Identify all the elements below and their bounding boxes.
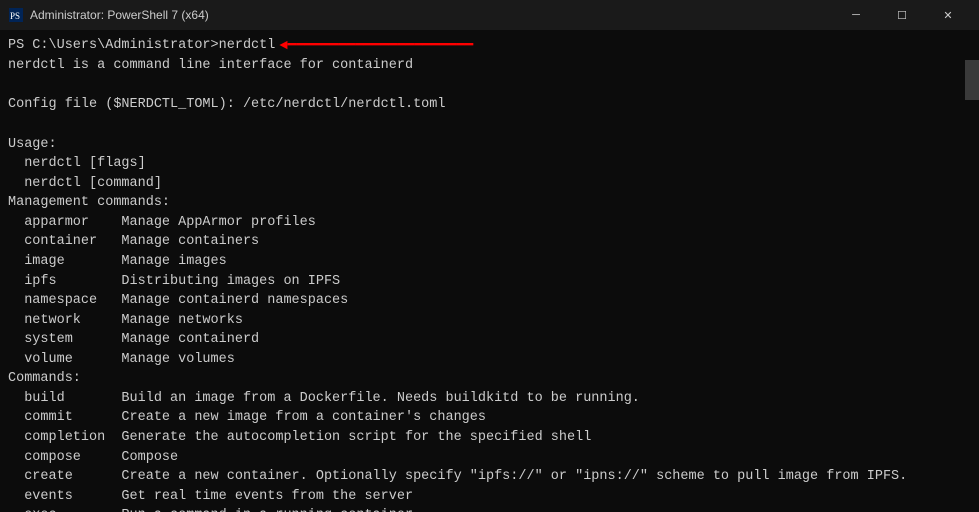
cmd-commit: commit Create a new image from a contain… xyxy=(8,408,957,428)
usage-header: Usage: xyxy=(8,135,957,155)
management-header: Management commands: xyxy=(8,193,957,213)
cmd-create: create Create a new container. Optionall… xyxy=(8,467,957,487)
regular-commands-list: build Build an image from a Dockerfile. … xyxy=(8,389,957,512)
cmd-network: network Manage networks xyxy=(8,311,957,331)
red-arrow-icon: ◄━━━━━━━━━━━━━━━━━━━━━━ xyxy=(279,36,473,56)
cmd-system: system Manage containerd xyxy=(8,330,957,350)
cmd-ipfs: ipfs Distributing images on IPFS xyxy=(8,272,957,292)
window-controls: ─ ☐ ✕ xyxy=(833,0,971,30)
usage-flags: nerdctl [flags] xyxy=(8,154,957,174)
arrow-indicator: ◄━━━━━━━━━━━━━━━━━━━━━━ xyxy=(279,36,473,56)
cmd-apparmor: apparmor Manage AppArmor profiles xyxy=(8,213,957,233)
close-button[interactable]: ✕ xyxy=(925,0,971,30)
maximize-button[interactable]: ☐ xyxy=(879,0,925,30)
cmd-image: image Manage images xyxy=(8,252,957,272)
title-bar: PS Administrator: PowerShell 7 (x64) ─ ☐… xyxy=(0,0,979,30)
usage-command: nerdctl [command] xyxy=(8,174,957,194)
prompt-line: PS C:\Users\Administrator> nerdctl ◄━━━━… xyxy=(8,36,957,56)
window: PS Administrator: PowerShell 7 (x64) ─ ☐… xyxy=(0,0,979,512)
powershell-icon: PS xyxy=(8,7,24,23)
scrollbar[interactable] xyxy=(965,60,979,512)
commands-header: Commands: xyxy=(8,369,957,389)
svg-text:PS: PS xyxy=(10,11,20,21)
empty-line-1 xyxy=(8,76,957,96)
cmd-volume: volume Manage volumes xyxy=(8,350,957,370)
empty-line-2 xyxy=(8,115,957,135)
cmd-namespace: namespace Manage containerd namespaces xyxy=(8,291,957,311)
cmd-events: events Get real time events from the ser… xyxy=(8,487,957,507)
output-line-1: nerdctl is a command line interface for … xyxy=(8,56,957,76)
cmd-compose: compose Compose xyxy=(8,448,957,468)
prompt-text: PS C:\Users\Administrator> xyxy=(8,36,219,56)
output-line-3: Config file ($NERDCTL_TOML): /etc/nerdct… xyxy=(8,95,957,115)
window-title: Administrator: PowerShell 7 (x64) xyxy=(30,8,833,22)
minimize-button[interactable]: ─ xyxy=(833,0,879,30)
cmd-exec: exec Run a command in a running containe… xyxy=(8,506,957,512)
cmd-completion: completion Generate the autocompletion s… xyxy=(8,428,957,448)
scrollbar-thumb[interactable] xyxy=(965,60,979,100)
management-commands-list: apparmor Manage AppArmor profiles contai… xyxy=(8,213,957,370)
cmd-build: build Build an image from a Dockerfile. … xyxy=(8,389,957,409)
cmd-container: container Manage containers xyxy=(8,232,957,252)
command-text: nerdctl xyxy=(219,36,276,56)
terminal-area[interactable]: PS C:\Users\Administrator> nerdctl ◄━━━━… xyxy=(0,30,979,512)
